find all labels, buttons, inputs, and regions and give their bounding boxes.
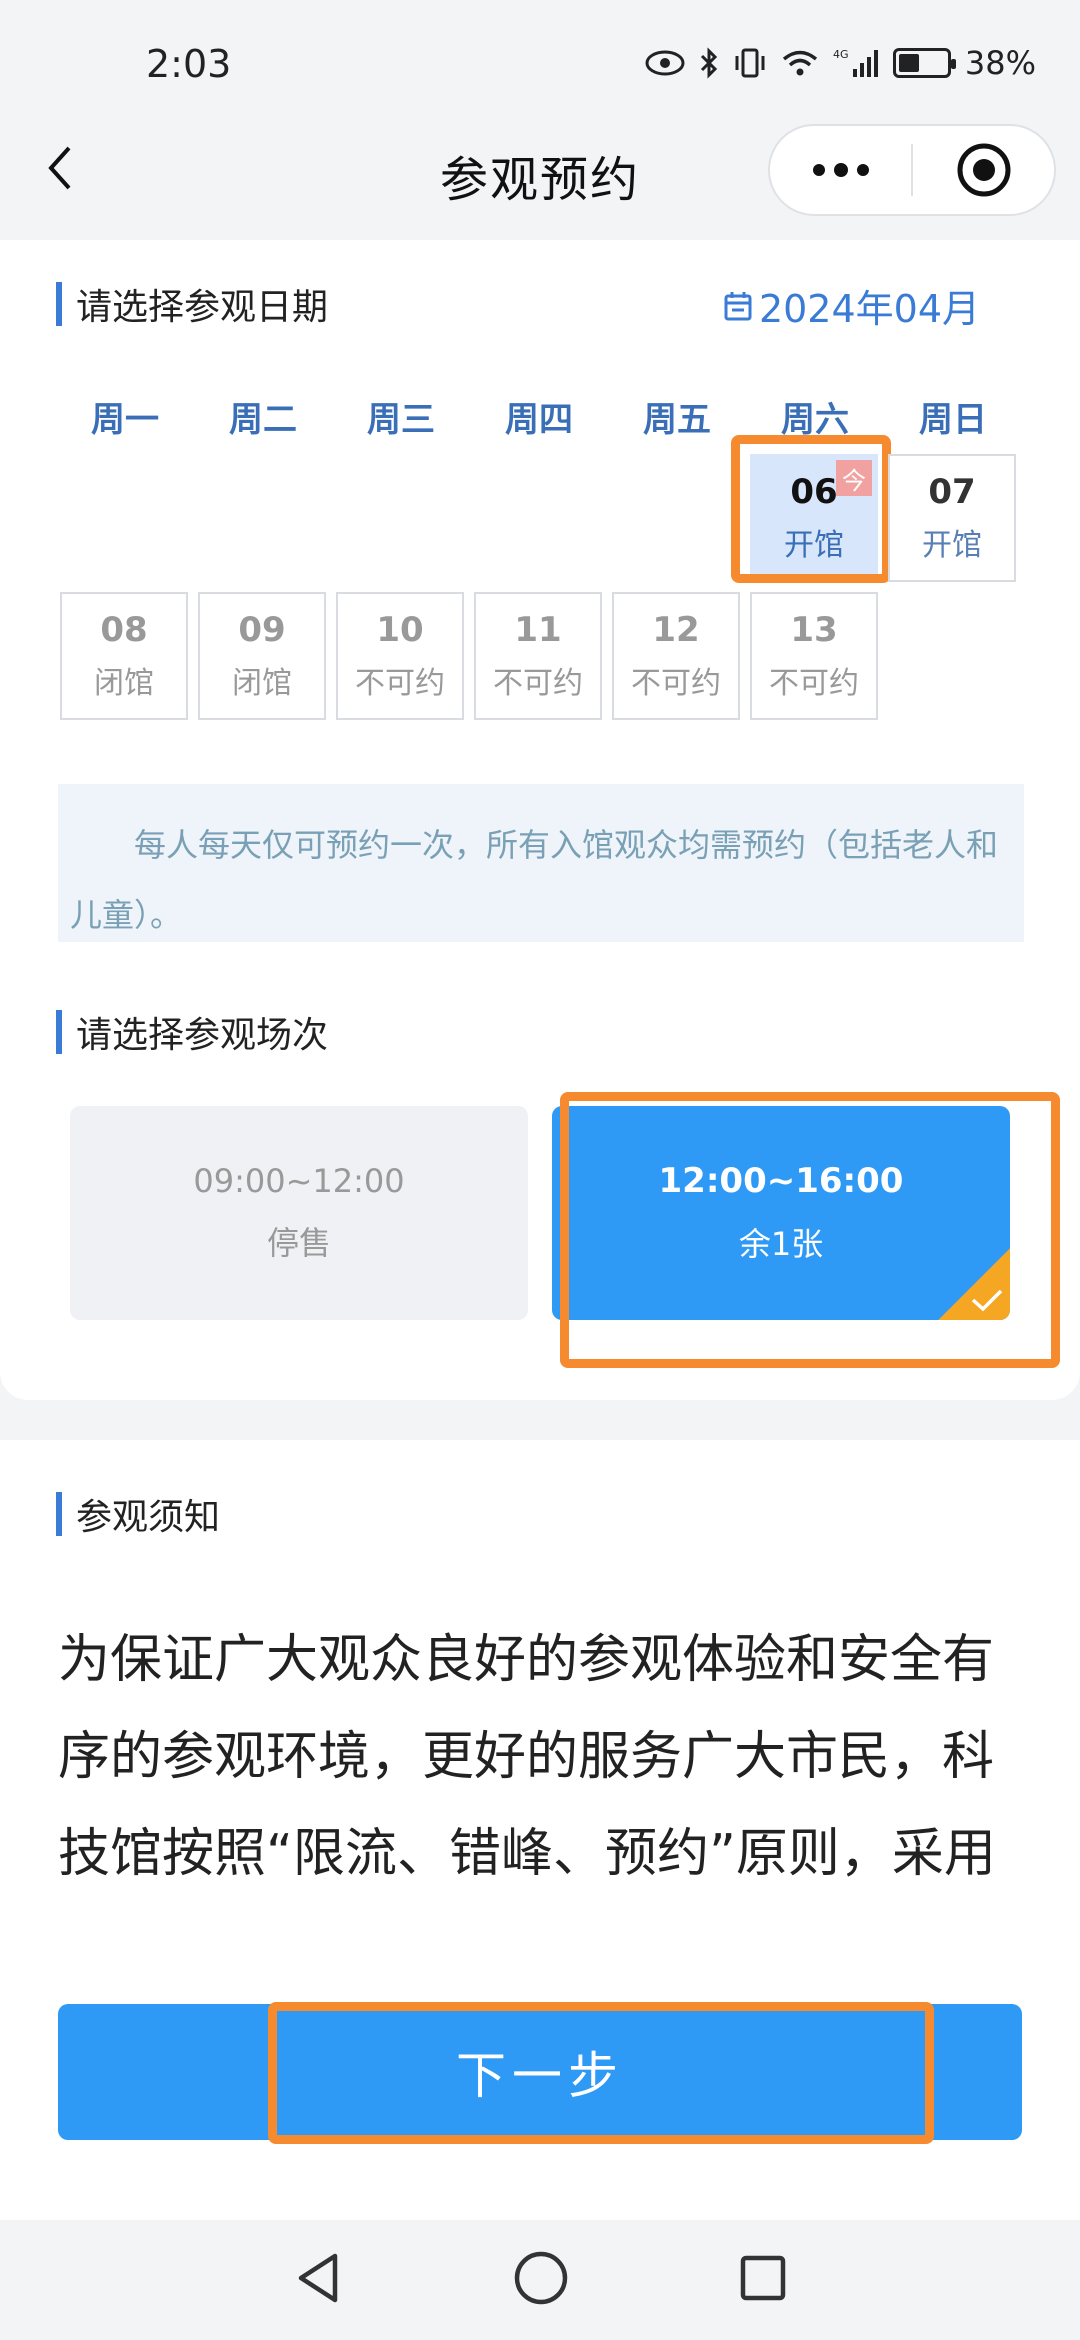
date-highlight-box xyxy=(731,435,891,583)
title-accent-bar xyxy=(56,1492,62,1536)
date-cell-08[interactable]: 08 闭馆 xyxy=(60,592,188,720)
date-status: 闭馆 xyxy=(232,666,292,701)
date-status: 不可约 xyxy=(493,666,583,701)
more-button[interactable] xyxy=(770,126,911,214)
signal-icon: 4G xyxy=(833,47,879,79)
date-cell-07[interactable]: 07 开馆 xyxy=(888,454,1016,582)
calendar-icon xyxy=(724,291,752,320)
date-status: 不可约 xyxy=(355,666,445,701)
reservation-card: 请选择参观日期 2024年04月 周一 周二 周三 周四 周五 周六 周日 今 … xyxy=(0,240,1080,1400)
vibrate-icon xyxy=(733,48,767,78)
date-number: 10 xyxy=(376,610,424,650)
nav-bar: 参观预约 xyxy=(0,110,1080,240)
session-section-label: 请选择参观场次 xyxy=(76,1015,329,1056)
date-status: 开馆 xyxy=(922,528,982,563)
session-status: 停售 xyxy=(266,1224,331,1262)
visit-notes: 参观须知 为保证广大观众良好的参观体验和安全有序的参观环境，更好的服务广大市民，… xyxy=(0,1440,1080,1930)
date-cell-10[interactable]: 10 不可约 xyxy=(336,592,464,720)
date-status: 不可约 xyxy=(769,666,859,701)
weekday-label: 周四 xyxy=(505,400,573,440)
title-accent-bar xyxy=(56,282,62,326)
date-number: 12 xyxy=(652,610,700,650)
nav-recents-icon[interactable] xyxy=(739,2254,787,2306)
date-section-label: 请选择参观日期 xyxy=(76,287,329,328)
date-number: 09 xyxy=(238,610,286,650)
wifi-icon xyxy=(781,48,819,78)
title-accent-bar xyxy=(56,1010,62,1054)
date-status: 不可约 xyxy=(631,666,721,701)
weekday-label: 周日 xyxy=(919,400,987,440)
nav-home-icon[interactable] xyxy=(513,2250,569,2310)
notes-section-title: 参观须知 xyxy=(56,1488,220,1540)
date-number: 08 xyxy=(100,610,148,650)
session-time: 09:00~12:00 xyxy=(193,1162,405,1200)
date-cell-13[interactable]: 13 不可约 xyxy=(750,592,878,720)
date-cell-11[interactable]: 11 不可约 xyxy=(474,592,602,720)
weekday-label: 周三 xyxy=(367,400,435,440)
month-label: 2024年04月 xyxy=(758,287,980,331)
date-number: 13 xyxy=(790,610,838,650)
status-time: 2:03 xyxy=(146,42,232,86)
weekday-label: 周六 xyxy=(781,400,849,440)
date-cell-09[interactable]: 09 闭馆 xyxy=(198,592,326,720)
system-nav-bar xyxy=(0,2220,1080,2340)
notes-body-text: 为保证广大观众良好的参观体验和安全有序的参观环境，更好的服务广大市民，科技馆按照… xyxy=(58,1630,996,1884)
weekday-header: 周一 周二 周三 周四 周五 周六 周日 xyxy=(56,392,1028,441)
miniapp-capsule xyxy=(768,124,1056,216)
session-highlight-box xyxy=(560,1092,1060,1368)
battery-icon xyxy=(892,48,956,78)
svg-text:4G: 4G xyxy=(833,48,849,61)
month-picker[interactable]: 2024年04月 xyxy=(723,278,980,333)
bluetooth-icon xyxy=(699,47,719,79)
bottom-action-bar: 下一步 xyxy=(0,1930,1080,2220)
status-icons: 4G 38% xyxy=(645,44,1036,82)
date-cell-12[interactable]: 12 不可约 xyxy=(612,592,740,720)
close-miniapp-button[interactable] xyxy=(913,126,1054,214)
session-slot-morning[interactable]: 09:00~12:00 停售 xyxy=(70,1106,528,1320)
date-status: 闭馆 xyxy=(94,666,154,701)
date-section-title: 请选择参观日期 xyxy=(56,278,328,330)
target-icon xyxy=(957,143,1010,197)
session-section-title: 请选择参观场次 xyxy=(56,1006,328,1058)
date-number: 07 xyxy=(928,472,976,512)
battery-percent: 38% xyxy=(964,44,1036,82)
nav-back-icon[interactable] xyxy=(293,2251,343,2309)
weekday-label: 周一 xyxy=(91,400,159,440)
weekday-label: 周五 xyxy=(643,400,711,440)
more-dots-icon xyxy=(812,163,869,177)
next-highlight-box xyxy=(268,2002,934,2144)
notes-section-label: 参观须知 xyxy=(76,1497,221,1538)
weekday-label: 周二 xyxy=(229,400,297,440)
eye-icon xyxy=(645,50,685,76)
date-number: 11 xyxy=(514,610,562,650)
reservation-notice: 每人每天仅可预约一次，所有入馆观众均需预约（包括老人和儿童）。 xyxy=(58,784,1024,942)
